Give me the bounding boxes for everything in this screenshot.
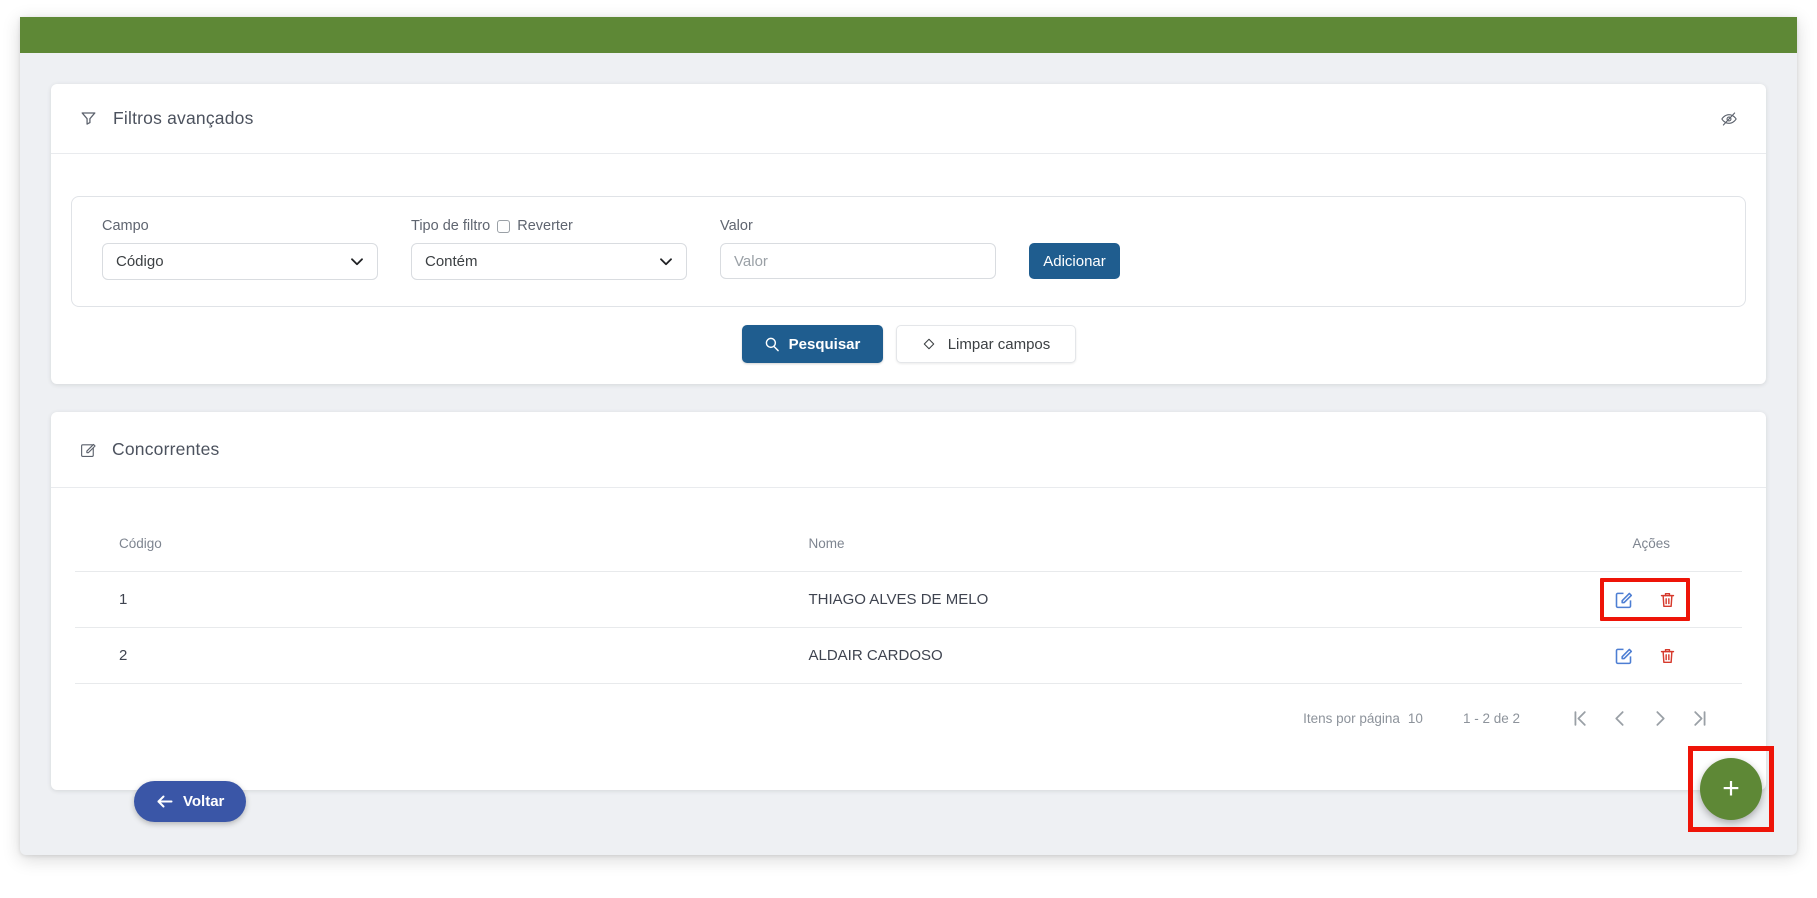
table-row: 2 ALDAIR CARDOSO xyxy=(75,627,1742,684)
tipo-filtro-select-value: Contém xyxy=(425,253,478,270)
campo-select[interactable]: Código xyxy=(102,243,378,280)
filter-funnel-icon xyxy=(79,109,98,128)
fab-annotation-box: + xyxy=(1688,746,1774,832)
advanced-filters-card: Filtros avançados Campo Código Tipo de f… xyxy=(51,84,1766,384)
edit-row-button[interactable] xyxy=(1613,589,1634,610)
reverter-label: Reverter xyxy=(517,218,573,234)
filters-card-header: Filtros avançados xyxy=(51,84,1766,154)
items-per-page-value[interactable]: 10 xyxy=(1408,711,1423,726)
trash-icon xyxy=(1658,646,1677,666)
column-header-nome: Nome xyxy=(808,488,1559,572)
filter-fields-group: Campo Código Tipo de filtro Reverter Con… xyxy=(71,196,1746,307)
delete-row-button[interactable] xyxy=(1658,646,1677,666)
valor-input[interactable] xyxy=(720,243,996,279)
last-page-button[interactable] xyxy=(1692,710,1708,727)
limpar-campos-button[interactable]: Limpar campos xyxy=(895,325,1076,363)
back-arrow-icon xyxy=(156,794,173,809)
filter-actions-row: Pesquisar Limpar campos xyxy=(51,325,1766,384)
tipo-de-filtro-label: Tipo de filtro Reverter xyxy=(411,218,687,234)
eraser-diamond-icon xyxy=(921,336,937,352)
hide-filters-eye-slash-icon[interactable] xyxy=(1720,110,1738,128)
table-header-row: Código Nome Ações xyxy=(75,488,1742,572)
adicionar-button[interactable]: Adicionar xyxy=(1029,243,1120,279)
next-page-button[interactable] xyxy=(1652,710,1668,727)
tipo-filtro-select[interactable]: Contém xyxy=(411,243,687,280)
concorrentes-table: Código Nome Ações 1 THIAGO ALVES DE MELO xyxy=(75,488,1742,684)
concorrentes-card-title: Concorrentes xyxy=(112,439,220,459)
cell-nome: ALDAIR CARDOSO xyxy=(808,627,1559,684)
cell-codigo: 1 xyxy=(75,571,809,628)
plus-icon: + xyxy=(1722,772,1740,805)
pesquisar-button[interactable]: Pesquisar xyxy=(741,325,883,363)
app-window: Filtros avançados Campo Código Tipo de f… xyxy=(20,17,1797,855)
search-icon xyxy=(764,336,780,352)
voltar-button[interactable]: Voltar xyxy=(134,781,247,822)
concorrentes-card: Concorrentes Código Nome Ações 1 THIAGO … xyxy=(51,412,1766,790)
voltar-button-label: Voltar xyxy=(183,793,225,810)
table-row: 1 THIAGO ALVES DE MELO xyxy=(75,571,1742,628)
edit-pencil-icon xyxy=(1613,645,1634,666)
campo-select-value: Código xyxy=(116,253,164,270)
edit-note-icon xyxy=(79,441,97,459)
previous-page-button[interactable] xyxy=(1612,710,1628,727)
column-header-acoes: Ações xyxy=(1558,488,1742,572)
valor-label: Valor xyxy=(720,218,753,234)
campo-label: Campo xyxy=(102,218,149,234)
edit-pencil-icon xyxy=(1613,589,1634,610)
chevron-right-icon xyxy=(1652,710,1668,727)
first-page-button[interactable] xyxy=(1572,710,1588,727)
row-actions-annotation-box xyxy=(1600,578,1690,621)
filters-card-title: Filtros avançados xyxy=(113,108,254,128)
row-actions xyxy=(1600,634,1690,677)
concorrentes-card-header: Concorrentes xyxy=(51,412,1766,488)
cell-nome: THIAGO ALVES DE MELO xyxy=(808,571,1559,628)
tipo-de-filtro-label-text: Tipo de filtro xyxy=(411,218,491,234)
top-navigation-bar xyxy=(20,17,1797,53)
page-content: Filtros avançados Campo Código Tipo de f… xyxy=(20,53,1797,790)
reverter-checkbox[interactable] xyxy=(497,219,511,233)
column-header-codigo: Código xyxy=(75,488,809,572)
first-page-icon xyxy=(1572,710,1588,727)
pesquisar-button-label: Pesquisar xyxy=(788,335,861,353)
trash-icon xyxy=(1658,590,1677,610)
chevron-left-icon xyxy=(1612,710,1628,727)
chevron-down-icon xyxy=(660,257,672,266)
chevron-down-icon xyxy=(351,257,363,266)
limpar-campos-button-label: Limpar campos xyxy=(947,335,1051,353)
last-page-icon xyxy=(1692,710,1708,727)
cell-codigo: 2 xyxy=(75,627,809,684)
items-per-page-label: Itens por página xyxy=(1303,711,1400,726)
pagination-range: 1 - 2 de 2 xyxy=(1462,711,1520,726)
delete-row-button[interactable] xyxy=(1658,590,1677,610)
table-pagination: Itens por página 10 1 - 2 de 2 xyxy=(51,684,1766,727)
edit-row-button[interactable] xyxy=(1613,645,1634,666)
add-new-fab-button[interactable]: + xyxy=(1700,758,1762,820)
